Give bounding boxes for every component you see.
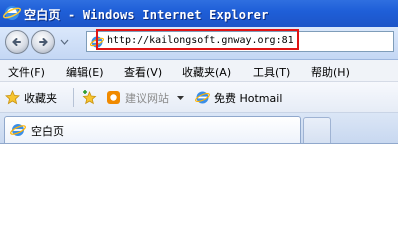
new-tab-button[interactable] — [303, 117, 331, 143]
free-hotmail-link[interactable]: 免费 Hotmail — [214, 90, 282, 106]
address-highlight-box — [96, 29, 299, 50]
favorites-button[interactable]: 收藏夹 — [24, 90, 57, 106]
back-button[interactable] — [5, 30, 29, 54]
menu-help[interactable]: 帮助(H) — [311, 64, 350, 80]
menu-edit[interactable]: 编辑(E) — [66, 64, 104, 80]
tab-bar: 空白页 — [0, 113, 398, 144]
menu-file[interactable]: 文件(F) — [8, 64, 45, 80]
favorites-bar: 收藏夹 建议网站 免费 Hotmail — [0, 82, 398, 113]
menu-favorites[interactable]: 收藏夹(A) — [182, 64, 231, 80]
tab-label: 空白页 — [31, 125, 64, 138]
blank-page-icon — [10, 124, 26, 136]
ie-icon — [3, 6, 21, 20]
star-icon — [5, 90, 20, 105]
hotmail-icon — [195, 91, 210, 104]
menu-view[interactable]: 查看(V) — [124, 64, 162, 80]
recent-pages-dropdown-icon[interactable] — [60, 38, 69, 46]
page-content — [0, 144, 398, 252]
menu-bar: 文件(F) 编辑(E) 查看(V) 收藏夹(A) 工具(T) 帮助(H) — [0, 60, 398, 82]
title-bar: 空白页 - Windows Internet Explorer — [0, 0, 398, 28]
back-arrow-icon — [12, 38, 21, 46]
window-title: 空白页 - Windows Internet Explorer — [24, 8, 269, 22]
tab-blank-page[interactable]: 空白页 — [4, 116, 301, 143]
add-favorite-icon[interactable] — [82, 90, 97, 105]
forward-button[interactable] — [31, 30, 55, 54]
suggested-sites-button[interactable]: 建议网站 — [125, 90, 169, 106]
forward-arrow-icon — [39, 38, 48, 46]
menu-tools[interactable]: 工具(T) — [253, 64, 290, 80]
toolbar-separator — [73, 88, 74, 107]
chevron-down-icon[interactable] — [176, 93, 185, 102]
suggested-sites-icon — [107, 91, 120, 104]
